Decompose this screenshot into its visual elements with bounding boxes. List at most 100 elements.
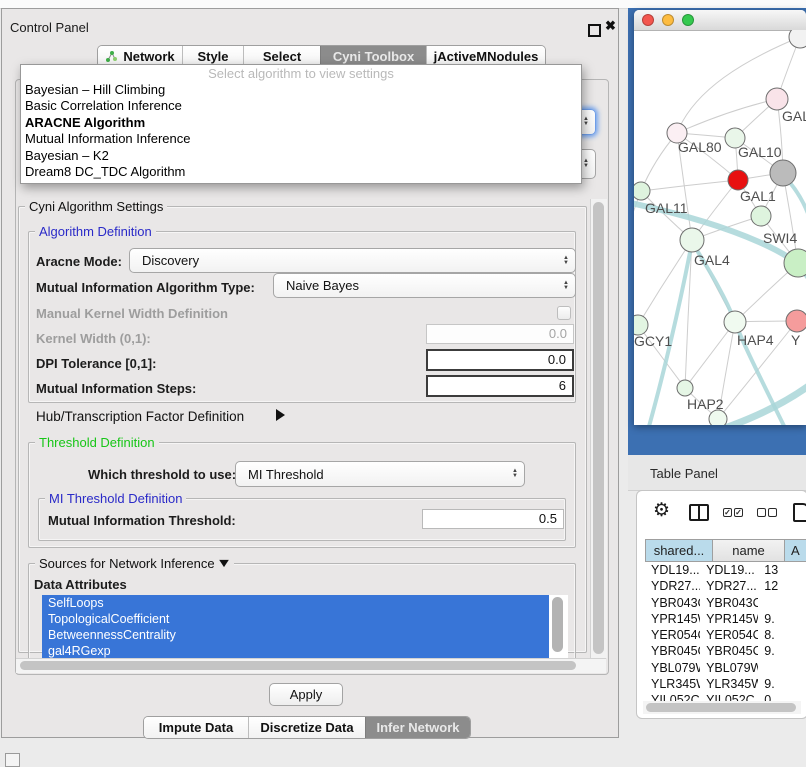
network-canvas[interactable]: GALGAL80GAL10GAL1GAL11SWI4GAL4GCY1HAP4YH… <box>634 30 806 425</box>
deselect-all-icon[interactable] <box>757 508 777 517</box>
table-cell <box>758 595 806 611</box>
table-cell: YDR27... <box>645 578 700 594</box>
tab-impute-data[interactable]: Impute Data <box>144 717 248 738</box>
which-threshold-label: Which threshold to use: <box>88 467 236 482</box>
mi-algorithm-type-combobox[interactable]: Naive Bayes ▲▼ <box>273 273 576 298</box>
apply-button[interactable]: Apply <box>269 683 343 706</box>
new-table-icon[interactable] <box>793 503 806 522</box>
collapse-arrow-icon[interactable] <box>219 560 229 567</box>
algorithm-popup-list: Bayesian – Hill ClimbingBasic Correlatio… <box>21 82 581 180</box>
table-cell <box>758 660 806 676</box>
manual-kernel-checkbox[interactable] <box>557 306 571 320</box>
vertical-scrollbar[interactable] <box>590 199 607 658</box>
list-scrollbar-thumb[interactable] <box>552 597 563 652</box>
scrollbar-thumb[interactable] <box>20 661 576 670</box>
algorithm-option[interactable]: Bayesian – K2 <box>21 148 581 164</box>
table-horizontal-scrollbar[interactable] <box>643 701 801 714</box>
table-cell: 9. <box>758 643 806 659</box>
mi-threshold-label: Mutual Information Threshold: <box>48 513 236 528</box>
tab-infer-network[interactable]: Infer Network <box>365 717 470 738</box>
tab-discretize-data[interactable]: Discretize Data <box>248 717 365 738</box>
minimize-traffic-light-icon[interactable] <box>662 14 674 26</box>
select-all-icon[interactable]: ✓✓ <box>723 508 743 517</box>
network-node[interactable] <box>680 228 704 252</box>
network-node[interactable] <box>751 206 771 226</box>
table-cell: YBR043C <box>645 595 700 611</box>
network-node-label: SWI4 <box>763 230 797 246</box>
network-node[interactable] <box>709 410 727 425</box>
algorithm-option[interactable]: Dream8 DC_TDC Algorithm <box>21 164 581 180</box>
which-threshold-combobox[interactable]: MI Threshold ▲▼ <box>235 461 525 487</box>
network-node[interactable] <box>766 88 788 110</box>
table-row[interactable]: YDL19...YDL19...13 <box>645 562 806 578</box>
table-cell: YBL079W <box>700 660 758 676</box>
column-layout-icon[interactable] <box>689 504 709 521</box>
network-node[interactable] <box>724 311 746 333</box>
attribute-list-item[interactable]: BetweennessCentrality <box>42 627 549 643</box>
attribute-list-item[interactable]: TopologicalCoefficient <box>42 611 549 627</box>
control-panel-title: Control Panel <box>10 20 89 35</box>
mi-steps-input[interactable]: 6 <box>426 375 574 397</box>
close-traffic-light-icon[interactable] <box>642 14 654 26</box>
network-window-titlebar[interactable] <box>634 10 806 31</box>
tab-label: Select <box>263 49 301 64</box>
table-body[interactable]: YDL19...YDL19...13YDR27...YDR27...12YBR0… <box>645 562 806 701</box>
tab-label: Infer Network <box>376 720 459 735</box>
table-row[interactable]: YDR27...YDR27...12 <box>645 578 806 594</box>
scrollbar-thumb[interactable] <box>593 202 604 654</box>
network-edge[interactable] <box>677 99 777 133</box>
dpi-tolerance-input[interactable]: 0.0 <box>426 349 574 371</box>
manual-kernel-label: Manual Kernel Width Definition <box>36 306 228 321</box>
control-panel-window: Control Panel ✖ Network Style Select Cyn… <box>1 8 619 738</box>
group-title: Threshold Definition <box>35 435 159 450</box>
attribute-list-item[interactable]: SelfLoops <box>42 595 549 611</box>
network-node[interactable] <box>634 182 650 200</box>
network-edge[interactable] <box>685 322 735 388</box>
network-edge[interactable] <box>641 180 738 191</box>
expand-arrow-icon[interactable] <box>276 409 285 421</box>
network-node[interactable] <box>728 170 748 190</box>
network-node[interactable] <box>677 380 693 396</box>
table-row[interactable]: YLR345WYLR345W9. <box>645 676 806 692</box>
algorithm-option[interactable]: Bayesian – Hill Climbing <box>21 82 581 98</box>
tab-label: jActiveMNodules <box>434 49 539 64</box>
float-window-icon[interactable] <box>588 24 601 37</box>
aracne-mode-combobox[interactable]: Discovery ▲▼ <box>129 248 576 273</box>
column-header-shared-name[interactable]: shared... <box>645 539 713 562</box>
mi-threshold-input[interactable]: 0.5 <box>422 509 564 529</box>
column-header-name[interactable]: name <box>713 539 785 562</box>
dpi-tolerance-label: DPI Tolerance [0,1]: <box>36 356 156 371</box>
settings-gear-icon[interactable]: ⚙ <box>653 501 670 520</box>
algorithm-option[interactable]: ARACNE Algorithm <box>21 115 581 131</box>
table-row[interactable]: YBL079WYBL079W <box>645 660 806 676</box>
combo-arrows-icon: ▲▼ <box>563 281 571 291</box>
bottom-tab-bar: Impute Data Discretize Data Infer Networ… <box>143 716 471 739</box>
combo-arrows-icon: ▲▼ <box>563 256 571 266</box>
grip-square[interactable] <box>5 753 20 767</box>
data-attributes-list[interactable]: SelfLoopsTopologicalCoefficientBetweenne… <box>42 595 568 658</box>
network-node[interactable] <box>786 310 806 332</box>
table-row[interactable]: YBR045CYBR045C9. <box>645 643 806 659</box>
table-row[interactable]: YER054CYER054C8. <box>645 627 806 643</box>
table-row[interactable]: YBR043CYBR043C <box>645 595 806 611</box>
combo-value: Discovery <box>142 253 563 268</box>
column-header-partial[interactable]: A <box>785 539 806 562</box>
table-row[interactable]: YIL052CYIL052C0. <box>645 692 806 701</box>
mi-steps-label: Mutual Information Steps: <box>36 381 196 396</box>
horizontal-scrollbar[interactable] <box>16 658 606 673</box>
attribute-list-item[interactable]: gal4RGexp <box>42 643 549 658</box>
network-node[interactable] <box>770 160 796 186</box>
network-view-window: GALGAL80GAL10GAL1GAL11SWI4GAL4GCY1HAP4YH… <box>634 10 806 425</box>
table-cell: YER054C <box>645 627 700 643</box>
network-node[interactable] <box>789 30 806 48</box>
close-icon[interactable]: ✖ <box>605 18 616 34</box>
table-cell: YER054C <box>700 627 758 643</box>
algorithm-option[interactable]: Mutual Information Inference <box>21 131 581 147</box>
kernel-width-input[interactable]: 0.0 <box>426 324 574 344</box>
hub-definition-label: Hub/Transcription Factor Definition <box>36 409 244 424</box>
algorithm-option[interactable]: Basic Correlation Inference <box>21 98 581 114</box>
scrollbar-thumb[interactable] <box>646 703 796 712</box>
zoom-traffic-light-icon[interactable] <box>682 14 694 26</box>
table-row[interactable]: YPR145WYPR145W9. <box>645 611 806 627</box>
network-node[interactable] <box>634 315 648 335</box>
